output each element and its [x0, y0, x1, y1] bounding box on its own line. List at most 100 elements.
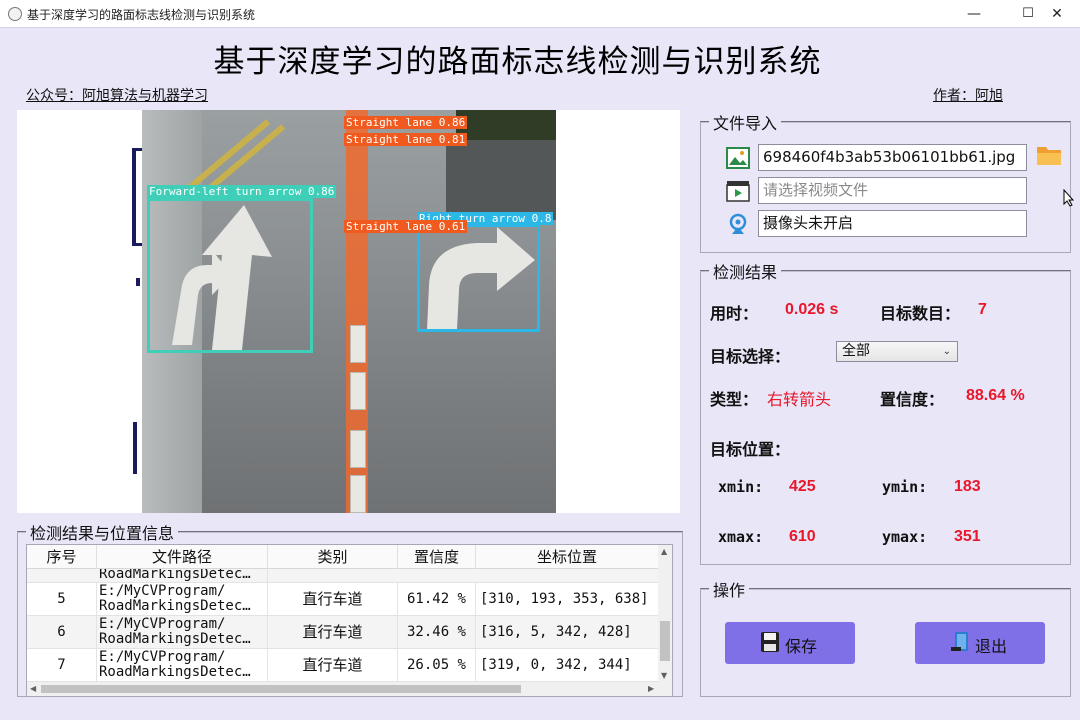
- table-cell-coords: [316, 5, 342, 428]: [476, 616, 659, 649]
- bbox-label: Forward-left turn arrow 0.86: [147, 185, 337, 198]
- xmax-value: 610: [789, 528, 816, 545]
- table-cell-index: 6: [27, 616, 97, 649]
- vertical-scrollbar[interactable]: ▲ ▼: [658, 545, 672, 683]
- road-image: Forward-left turn arrow 0.86 Right turn …: [142, 110, 556, 513]
- lane-dash: [350, 475, 366, 513]
- scroll-up-icon[interactable]: ▲: [661, 547, 667, 556]
- window-title: 基于深度学习的路面标志线检测与识别系统: [27, 8, 256, 22]
- path-line-2: RoadMarkingsDetec…: [99, 664, 251, 680]
- path-line-1: E:/MyCVProgram/: [99, 583, 226, 599]
- video-icon: [726, 181, 750, 202]
- image-file-field[interactable]: 698460f4b3ab53b06101bb61.jpg: [758, 144, 1027, 171]
- table-row[interactable]: 6 E:/MyCVProgram/ RoadMarkingsDetec… 直行车…: [27, 616, 659, 649]
- path-line-2: RoadMarkingsDetec…: [99, 631, 251, 647]
- bbox-label: Straight lane 0.81: [344, 133, 468, 146]
- xmax-label: xmax:: [718, 528, 764, 546]
- side-decoration: [136, 278, 140, 286]
- table-cell-path: RoadMarkingsDetec…: [97, 569, 268, 582]
- bbox-label: Straight lane 0.61: [344, 220, 468, 233]
- table-cell-confidence: 61.42 %: [398, 583, 476, 616]
- table-cell-category: 直行车道: [268, 649, 398, 682]
- grass-area: [456, 110, 556, 140]
- confidence-label: 置信度：: [880, 390, 945, 409]
- results-table[interactable]: 序号 文件路径 类别 置信度 坐标位置 RoadMarkingsDetec… 5…: [26, 544, 673, 697]
- ymax-label: ymax:: [882, 528, 928, 546]
- dark-lane: [446, 140, 556, 220]
- table-cell-path: E:/MyCVProgram/ RoadMarkingsDetec…: [97, 649, 268, 682]
- video-file-field[interactable]: 请选择视频文件: [758, 177, 1027, 204]
- table-header: 序号 文件路径 类别 置信度 坐标位置: [27, 545, 659, 569]
- bbox-right-turn-arrow: [417, 224, 540, 332]
- time-label: 用时：: [710, 304, 759, 323]
- bbox-forward-left-arrow: [147, 198, 313, 353]
- column-header-index[interactable]: 序号: [27, 545, 97, 569]
- column-header-path[interactable]: 文件路径: [97, 545, 268, 569]
- confidence-value: 88.64 %: [966, 387, 1025, 404]
- window-titlebar: 基于深度学习的路面标志线检测与识别系统 — ☐ ✕: [0, 0, 1080, 28]
- column-header-coords[interactable]: 坐标位置: [476, 545, 659, 569]
- table-row[interactable]: 5 E:/MyCVProgram/ RoadMarkingsDetec… 直行车…: [27, 583, 659, 616]
- save-icon: [761, 632, 779, 652]
- exit-door-icon: [951, 632, 968, 651]
- folder-open-icon[interactable]: [1036, 143, 1062, 167]
- image-file-row[interactable]: 698460f4b3ab53b06101bb61.jpg: [722, 144, 1032, 172]
- camera-status-field[interactable]: 摄像头未开启: [758, 210, 1027, 237]
- image-icon: [726, 147, 750, 169]
- detection-result-legend: 检测结果: [713, 263, 778, 282]
- type-label: 类型：: [710, 390, 759, 409]
- column-header-confidence[interactable]: 置信度: [398, 545, 476, 569]
- scroll-left-icon[interactable]: ◀: [30, 684, 36, 693]
- target-count-value: 7: [978, 301, 987, 318]
- table-row[interactable]: 7 E:/MyCVProgram/ RoadMarkingsDetec… 直行车…: [27, 649, 659, 682]
- lane-dash: [350, 372, 366, 410]
- camera-row[interactable]: 摄像头未开启: [722, 210, 1032, 238]
- horizontal-scroll-thumb[interactable]: [41, 685, 521, 693]
- side-decoration: [133, 422, 137, 474]
- table-cell-confidence: 26.05 %: [398, 649, 476, 682]
- path-line-1: E:/MyCVProgram/: [99, 649, 226, 665]
- mouse-cursor-icon: [1063, 189, 1075, 207]
- save-button[interactable]: 保存: [725, 622, 855, 664]
- table-cell-category: 直行车道: [268, 616, 398, 649]
- column-header-category[interactable]: 类别: [268, 545, 398, 569]
- table-row[interactable]: RoadMarkingsDetec…: [27, 569, 659, 583]
- page-title: 基于深度学习的路面标志线检测与识别系统: [213, 44, 822, 80]
- file-import-legend: 文件导入: [713, 114, 778, 133]
- ymax-value: 351: [954, 528, 981, 545]
- target-select-label: 目标选择：: [710, 347, 791, 366]
- vertical-scroll-thumb[interactable]: [660, 621, 670, 661]
- public-account-label: 公众号：阿旭算法与机器学习: [26, 88, 208, 104]
- table-cell-path: E:/MyCVProgram/ RoadMarkingsDetec…: [97, 616, 268, 649]
- table-cell-index: 7: [27, 649, 97, 682]
- detection-image-view: Forward-left turn arrow 0.86 Right turn …: [17, 110, 680, 513]
- ymin-label: ymin:: [882, 478, 928, 496]
- type-value: 右转箭头: [767, 390, 832, 409]
- author-label: 作者：阿旭: [933, 88, 1003, 104]
- app-icon: [8, 7, 22, 21]
- xmin-value: 425: [789, 478, 816, 495]
- target-select-dropdown[interactable]: 全部 ⌄: [836, 341, 958, 362]
- horizontal-scrollbar[interactable]: ◀ ▶: [27, 682, 672, 696]
- side-decoration: [132, 148, 136, 246]
- scroll-right-icon[interactable]: ▶: [648, 684, 654, 693]
- camera-icon: [729, 213, 747, 234]
- lane-dash: [350, 430, 366, 468]
- close-button[interactable]: ✕: [1034, 0, 1080, 28]
- exit-button-label: 退出: [975, 637, 1008, 656]
- target-select-value: 全部: [842, 343, 870, 359]
- table-cell-confidence: 32.46 %: [398, 616, 476, 649]
- path-line-1: E:/MyCVProgram/: [99, 616, 226, 632]
- video-file-row[interactable]: 请选择视频文件: [722, 177, 1032, 205]
- table-cell-category: 直行车道: [268, 583, 398, 616]
- exit-button[interactable]: 退出: [915, 622, 1045, 664]
- target-count-label: 目标数目：: [880, 304, 961, 323]
- bbox-label: Straight lane 0.86: [344, 116, 468, 129]
- lane-dash: [350, 325, 366, 363]
- chevron-down-icon: ⌄: [942, 346, 951, 357]
- results-table-legend: 检测结果与位置信息: [30, 524, 175, 543]
- table-cell-index: 5: [27, 583, 97, 616]
- scroll-down-icon[interactable]: ▼: [661, 671, 667, 680]
- time-value: 0.026 s: [785, 301, 839, 318]
- minimize-button[interactable]: —: [951, 0, 997, 28]
- ymin-value: 183: [954, 478, 981, 495]
